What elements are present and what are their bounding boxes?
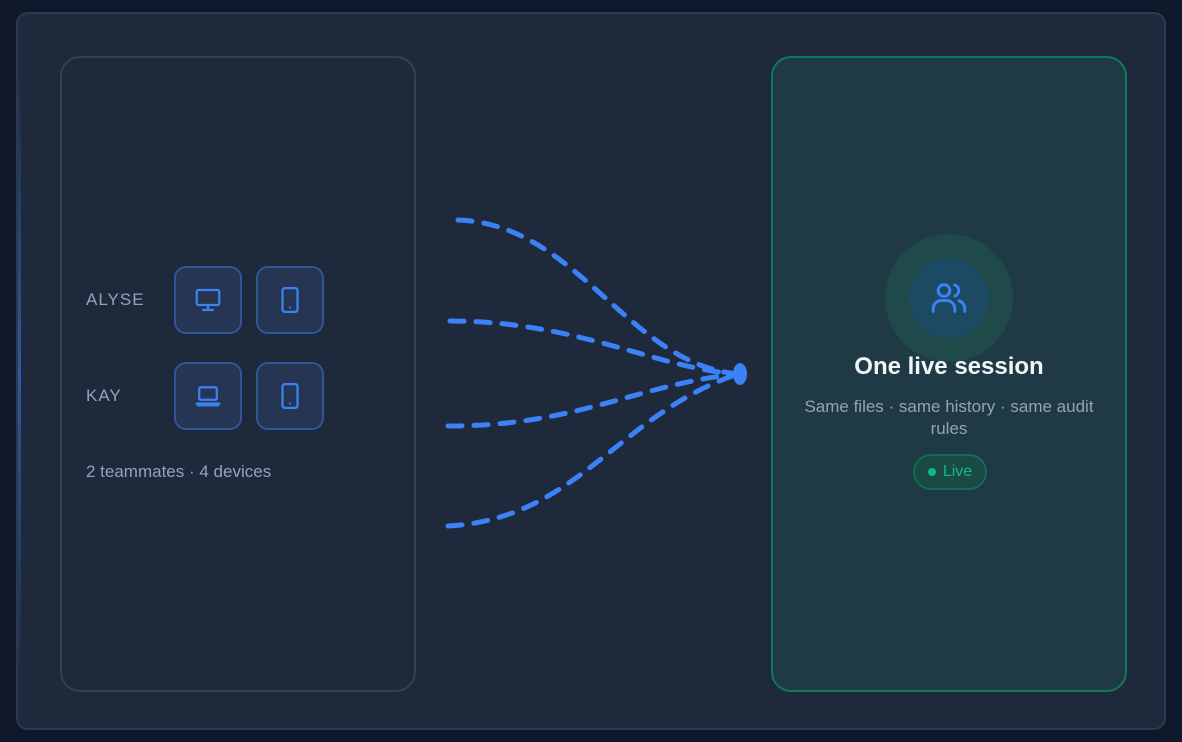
- frame-accent-bar: [18, 54, 21, 694]
- live-dot-icon: [927, 468, 936, 476]
- connection-hub: [733, 363, 747, 385]
- connection-line: [445, 371, 741, 429]
- desktop-device-tile: [174, 266, 242, 334]
- tablet-device-tile: [256, 362, 324, 430]
- connection-line: [445, 371, 741, 529]
- teammate-name: KAY: [86, 386, 122, 405]
- session-title: One live session: [854, 353, 1044, 380]
- session-avatar: [909, 258, 989, 338]
- tablet-icon: [281, 287, 299, 313]
- desktop-icon: [195, 288, 221, 312]
- teammate-name: ALYSE: [86, 290, 145, 309]
- session-card: One live session Same files · same histo…: [771, 56, 1127, 692]
- live-status-label: Live: [942, 463, 973, 480]
- connection-line: [455, 217, 741, 377]
- teammates-card: ALYSE KAY 2 teammates · 4 devices: [60, 56, 416, 692]
- laptop-icon: [195, 386, 221, 407]
- tablet-icon: [281, 383, 299, 409]
- diagram-frame: ALYSE KAY 2 teammates · 4 devices One li…: [16, 12, 1166, 730]
- tablet-device-tile: [256, 266, 324, 334]
- users-icon: [931, 283, 967, 313]
- session-subtitle: Same files · same history · same audit r…: [804, 397, 1094, 438]
- teammate-row-kay: KAY: [86, 362, 338, 430]
- teammate-row-alyse: ALYSE: [86, 266, 338, 334]
- team-summary: 2 teammates · 4 devices: [86, 462, 272, 481]
- live-status-badge: Live: [913, 454, 987, 490]
- laptop-device-tile: [174, 362, 242, 430]
- connection-line: [447, 318, 741, 377]
